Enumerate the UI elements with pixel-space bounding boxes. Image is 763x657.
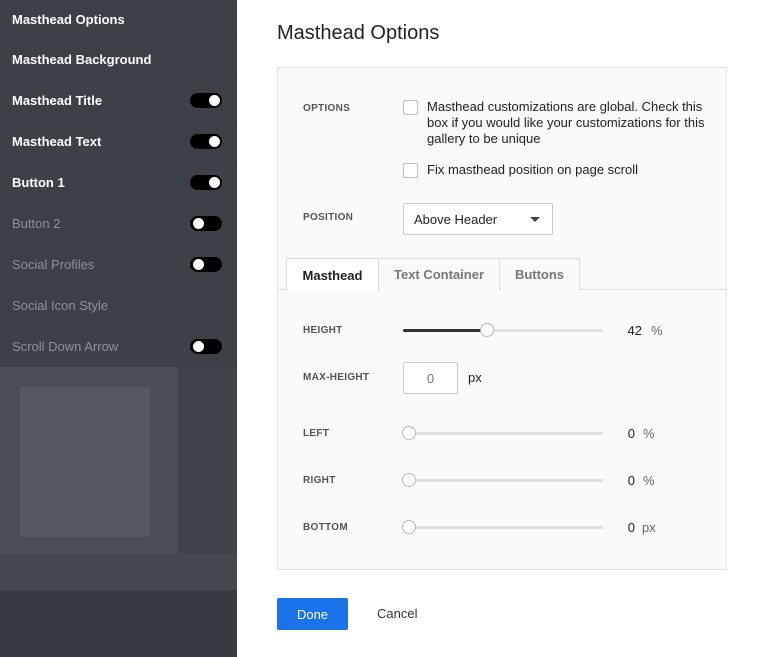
done-button[interactable]: Done — [277, 598, 348, 630]
sidebar: Masthead Options Masthead Background Mas… — [0, 0, 237, 657]
right-slider[interactable] — [402, 473, 603, 487]
sidebar-item-masthead-background[interactable]: Masthead Background — [0, 39, 237, 80]
background-band — [0, 554, 237, 590]
sidebar-item-button-2[interactable]: Button 2 — [0, 203, 237, 244]
sidebar-item-masthead-options[interactable]: Masthead Options — [0, 0, 237, 39]
left-slider[interactable] — [402, 426, 603, 440]
height-slider-fill — [403, 329, 487, 332]
height-slider[interactable] — [403, 323, 603, 337]
fix-position-checkbox[interactable] — [403, 163, 418, 178]
global-customization-text: Masthead customizations are global. Chec… — [427, 99, 705, 146]
position-label: POSITION — [303, 212, 354, 223]
tab-masthead[interactable]: Masthead — [286, 258, 379, 291]
options-label: OPTIONS — [303, 103, 351, 114]
sidebar-item-label: Button 2 — [12, 215, 61, 231]
sidebar-item-label: Masthead Options — [12, 11, 125, 27]
sidebar-item-label: Button 1 — [12, 174, 65, 190]
left-label: LEFT — [303, 428, 330, 439]
bottom-label: BOTTOM — [303, 522, 348, 533]
right-slider-thumb[interactable] — [402, 473, 416, 487]
sidebar-item-label: Scroll Down Arrow — [12, 338, 119, 354]
sidebar-item-masthead-text[interactable]: Masthead Text — [0, 121, 237, 162]
sidebar-item-social-icon-style[interactable]: Social Icon Style — [0, 285, 237, 326]
options-panel: OPTIONS Masthead customizations are glob… — [277, 67, 727, 570]
masthead-options-dialog: Masthead Options OPTIONS Masthead custom… — [237, 0, 763, 657]
height-value: 42 — [627, 323, 642, 338]
social-profiles-toggle[interactable] — [190, 256, 222, 272]
global-customization-checkbox[interactable] — [403, 100, 418, 115]
sidebar-menu: Masthead Options Masthead Background Mas… — [0, 0, 237, 367]
tab-bar: Masthead Text Container Buttons — [278, 258, 726, 291]
right-label: RIGHT — [303, 475, 336, 486]
background-photo — [0, 367, 178, 554]
right-unit: % — [643, 473, 655, 488]
caret-down-icon — [530, 217, 540, 222]
sidebar-item-button-1[interactable]: Button 1 — [0, 162, 237, 203]
masthead-text-toggle[interactable] — [190, 133, 222, 149]
cancel-button[interactable]: Cancel — [377, 606, 417, 621]
button-1-toggle[interactable] — [190, 174, 222, 190]
tab-text-container[interactable]: Text Container — [378, 258, 500, 290]
position-select-value: Above Header — [414, 212, 498, 227]
height-slider-thumb[interactable] — [480, 323, 494, 337]
max-height-label: MAX-HEIGHT — [303, 372, 370, 383]
bottom-slider[interactable] — [402, 520, 603, 534]
max-height-unit: px — [468, 370, 482, 385]
page-title: Masthead Options — [277, 22, 440, 44]
background-lower — [0, 590, 237, 657]
left-slider-thumb[interactable] — [402, 426, 416, 440]
left-unit: % — [643, 426, 655, 441]
scroll-down-arrow-toggle[interactable] — [190, 338, 222, 354]
button-2-toggle[interactable] — [190, 215, 222, 231]
height-unit: % — [651, 323, 663, 338]
max-height-input[interactable] — [403, 362, 458, 394]
sidebar-item-label: Masthead Title — [12, 92, 103, 108]
height-label: HEIGHT — [303, 325, 343, 336]
sidebar-item-label: Masthead Background — [12, 51, 152, 67]
bottom-value: 0 — [627, 520, 635, 535]
sidebar-item-scroll-down-arrow[interactable]: Scroll Down Arrow — [0, 326, 237, 367]
fix-position-text: Fix masthead position on page scroll — [427, 162, 639, 177]
bottom-unit: px — [642, 520, 656, 535]
right-value: 0 — [627, 473, 635, 488]
sidebar-item-label: Social Profiles — [12, 256, 95, 272]
left-value: 0 — [627, 426, 635, 441]
position-select[interactable]: Above Header — [403, 203, 553, 235]
sidebar-item-masthead-title[interactable]: Masthead Title — [0, 80, 237, 121]
sidebar-item-label: Masthead Text — [12, 133, 102, 149]
tab-buttons[interactable]: Buttons — [499, 258, 580, 290]
masthead-title-toggle[interactable] — [190, 92, 222, 108]
sidebar-item-label: Social Icon Style — [12, 297, 109, 313]
bottom-slider-thumb[interactable] — [402, 520, 416, 534]
sidebar-item-social-profiles[interactable]: Social Profiles — [0, 244, 237, 285]
